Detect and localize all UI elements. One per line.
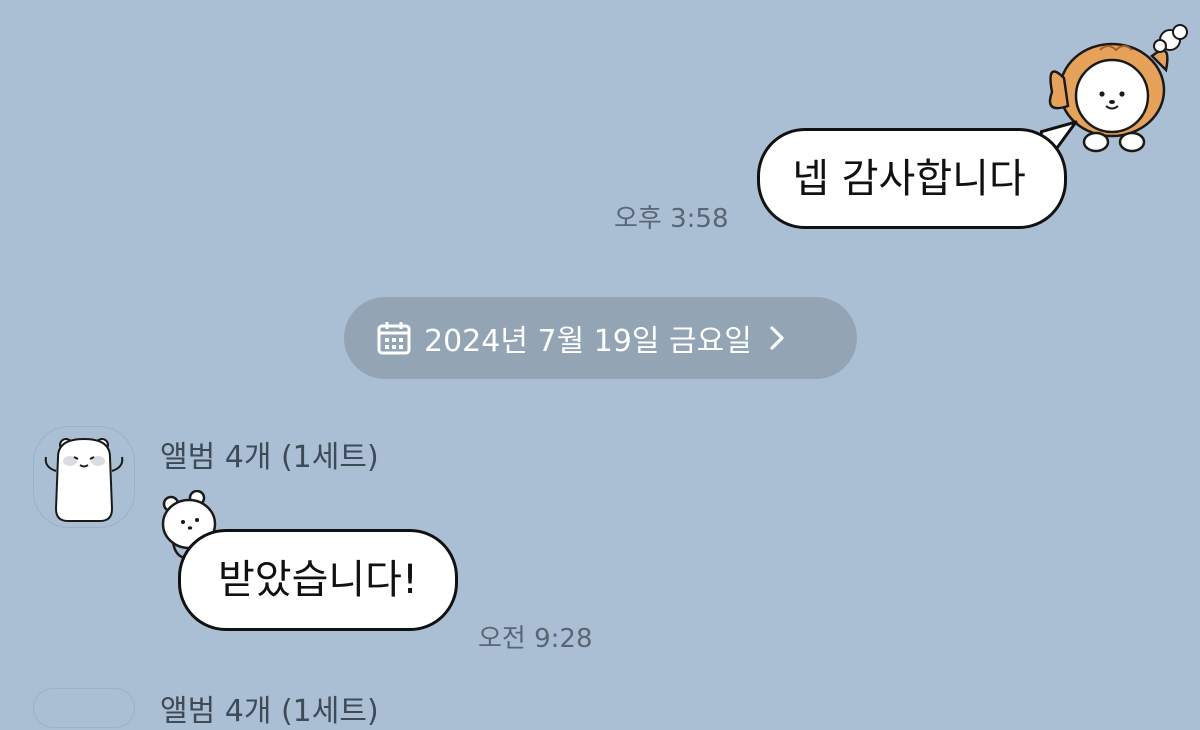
outgoing-message-bubble[interactable]: 넵 감사합니다 [757,128,1067,229]
next-sender-avatar[interactable] [33,688,135,728]
sender-avatar[interactable] [33,426,135,528]
chevron-right-icon [770,326,784,350]
incoming-message-text: 받았습니다! [217,557,419,603]
bear-avatar-icon [44,437,124,522]
outgoing-message-time: 오후 3:58 [614,204,729,234]
date-divider-label: 2024년 7월 19일 금요일 [424,324,752,359]
next-sender-name[interactable]: 앨범 4개 (1세트) [160,686,379,730]
sender-name[interactable]: 앨범 4개 (1세트) [160,432,379,476]
outgoing-message-text: 넵 감사합니다 [792,155,1026,202]
date-divider[interactable]: 2024년 7월 19일 금요일 [344,297,857,379]
incoming-message-bubble[interactable]: 받았습니다! [178,529,458,631]
incoming-message-time: 오전 9:28 [478,624,593,654]
calendar-icon [377,322,411,355]
